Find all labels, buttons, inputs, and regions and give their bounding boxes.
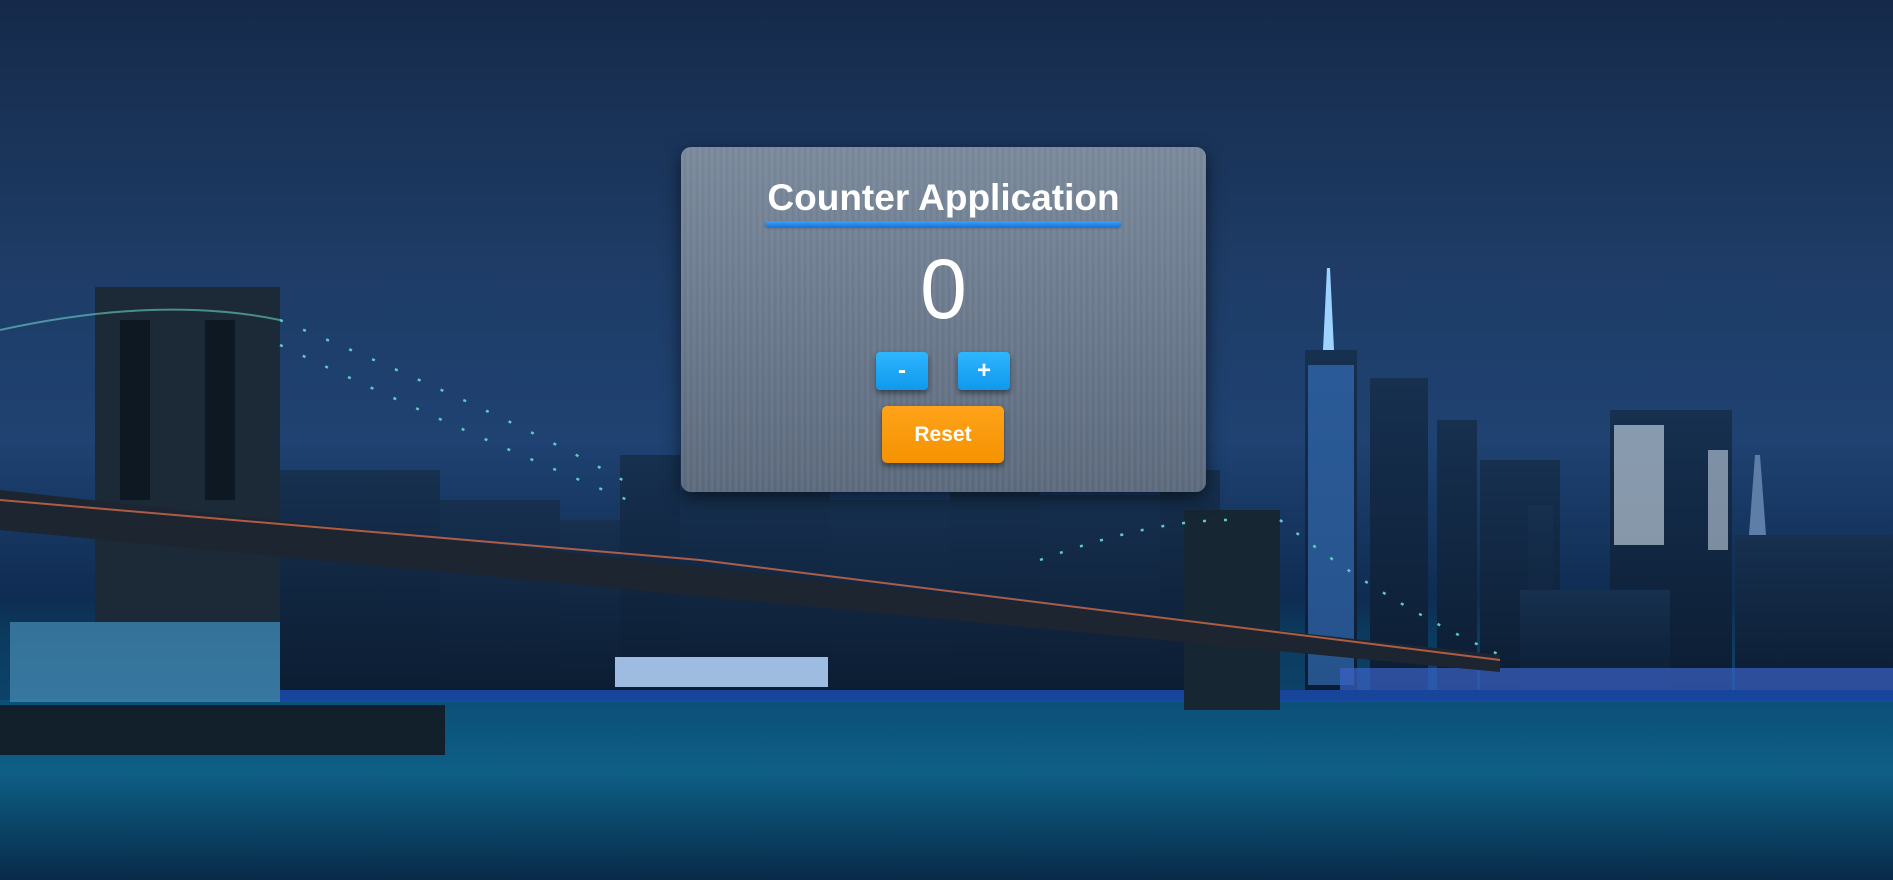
decrement-button[interactable]: -: [876, 352, 928, 390]
reset-button[interactable]: Reset: [882, 406, 1004, 463]
counter-card: Counter Application 0 - + Reset: [681, 147, 1206, 492]
counter-value: 0: [920, 242, 967, 336]
title-underline: [765, 221, 1121, 227]
increment-button[interactable]: +: [958, 352, 1010, 390]
app-title: Counter Application: [767, 177, 1120, 218]
app-root: Counter Application 0 - + Reset: [0, 0, 1893, 880]
